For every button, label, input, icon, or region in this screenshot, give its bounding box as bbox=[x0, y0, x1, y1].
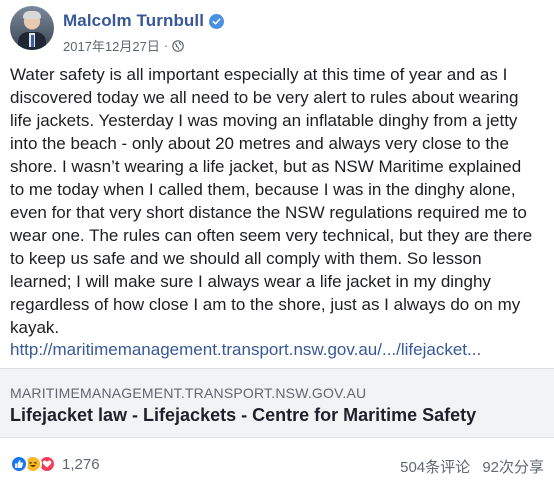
reaction-count: 1,276 bbox=[62, 455, 100, 473]
post-body-line: Water safety is all important especially… bbox=[10, 65, 508, 84]
engagement-bar: 1,276 504条评论 92次分享 bbox=[0, 438, 554, 490]
reactions-summary[interactable]: 1,276 bbox=[10, 455, 100, 473]
post-body: Water safety is all important especially… bbox=[10, 63, 544, 339]
preview-title[interactable]: Lifejacket law - Lifejackets - Centre fo… bbox=[10, 405, 476, 426]
post-body-line: life jackets. Yesterday I was moving an … bbox=[10, 111, 518, 130]
author-name-row: Malcolm Turnbull bbox=[63, 11, 225, 31]
meta-separator: · bbox=[163, 38, 169, 53]
post-body-line: to me today when I called them, because … bbox=[10, 180, 516, 199]
author-name[interactable]: Malcolm Turnbull bbox=[63, 11, 204, 31]
like-icon bbox=[10, 455, 28, 473]
post-body-line: learned; I will make sure I always wear … bbox=[10, 272, 491, 291]
facebook-post: Malcolm Turnbull 2017年12月27日 · Water saf… bbox=[0, 0, 554, 490]
post-body-line: even for that very short distance the NS… bbox=[10, 203, 527, 222]
link-preview-card[interactable]: MARITIMEMANAGEMENT.TRANSPORT.NSW.GOV.AU … bbox=[0, 368, 554, 438]
post-body-line: regardless of how close I am to the shor… bbox=[10, 295, 521, 314]
post-link[interactable]: http://maritimemanagement.transport.nsw.… bbox=[10, 340, 481, 360]
post-meta: 2017年12月27日 · bbox=[63, 36, 184, 55]
verified-badge-icon bbox=[209, 13, 225, 29]
post-timestamp[interactable]: 2017年12月27日 bbox=[63, 36, 160, 55]
globe-icon[interactable] bbox=[172, 39, 184, 52]
author-avatar[interactable] bbox=[10, 6, 54, 50]
comment-count-link[interactable]: 504条评论 bbox=[400, 459, 470, 476]
post-body-line: kayak. bbox=[10, 318, 60, 337]
post-body-line: shore. I wasn’t wearing a life jacket, b… bbox=[10, 157, 522, 176]
post-body-line: to keep us safe and we should all comply… bbox=[10, 249, 482, 268]
engagement-stats: 504条评论 92次分享 bbox=[400, 456, 544, 477]
post-body-line: discovered today we all need to be very … bbox=[10, 88, 519, 107]
post-header: Malcolm Turnbull 2017年12月27日 · bbox=[10, 6, 540, 54]
preview-domain: MARITIMEMANAGEMENT.TRANSPORT.NSW.GOV.AU bbox=[10, 385, 367, 401]
post-body-line: wear one. The rules can often seem very … bbox=[10, 226, 533, 245]
post-body-line: into the beach - only about 20 metres an… bbox=[10, 134, 509, 153]
share-count-link[interactable]: 92次分享 bbox=[482, 459, 544, 476]
